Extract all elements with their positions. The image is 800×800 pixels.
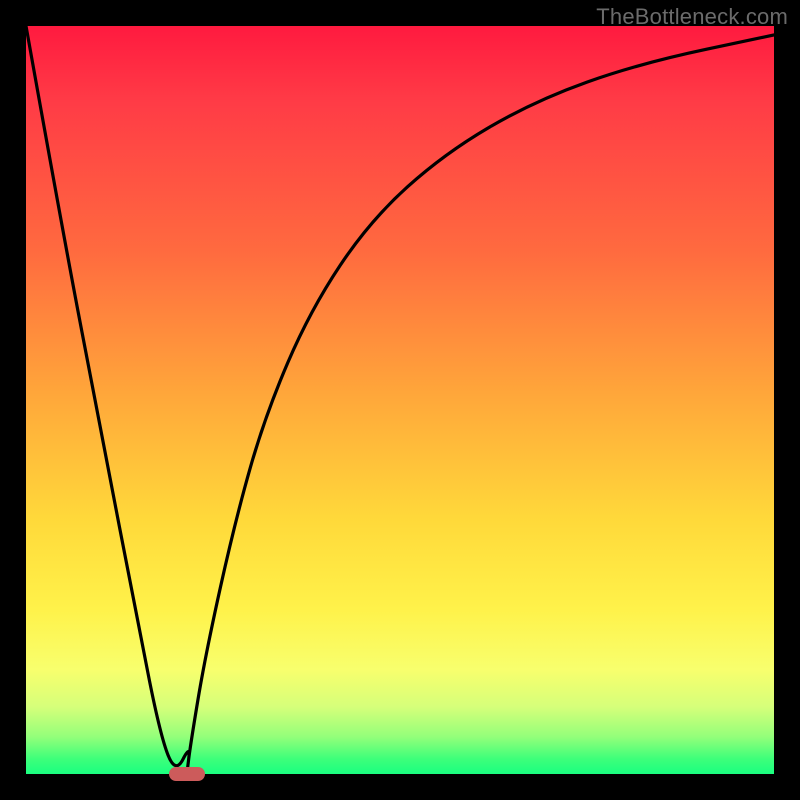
bottleneck-curve	[26, 26, 774, 774]
minimum-marker	[169, 767, 205, 781]
chart-frame: TheBottleneck.com	[0, 0, 800, 800]
plot-area	[26, 26, 774, 774]
watermark-text: TheBottleneck.com	[596, 4, 788, 30]
